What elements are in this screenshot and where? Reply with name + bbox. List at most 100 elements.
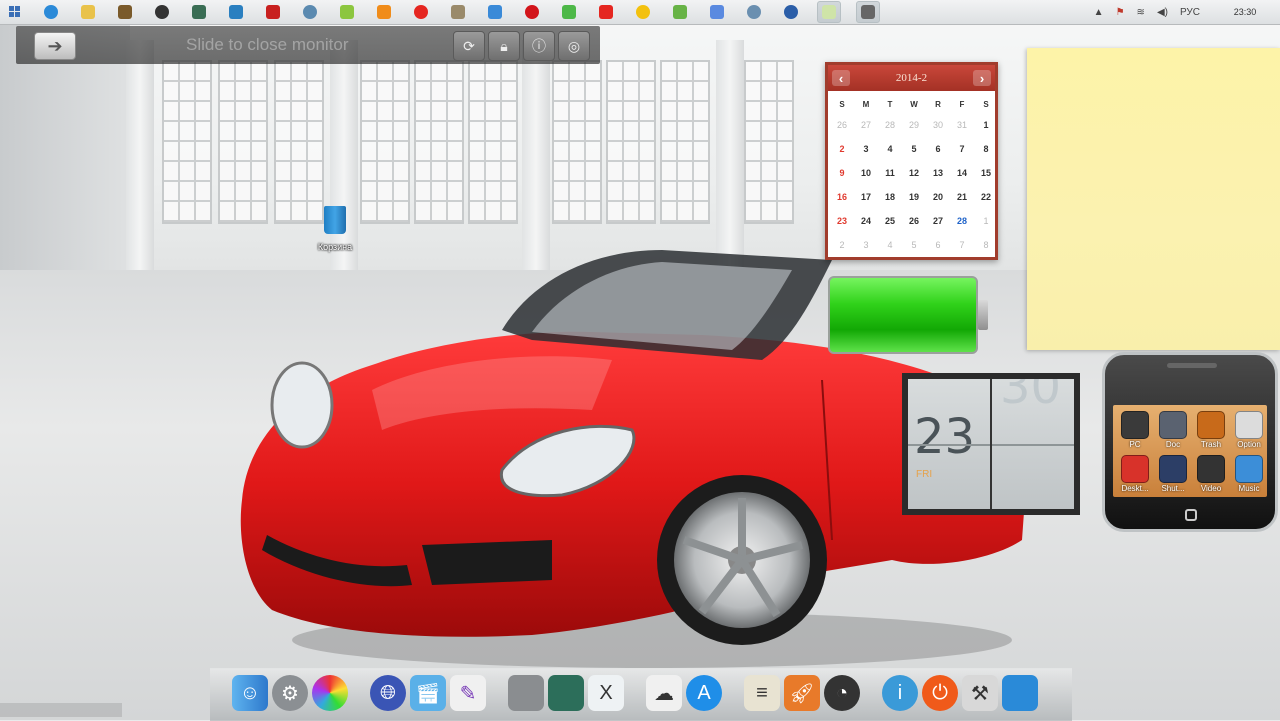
tray-language[interactable]: РУС — [1180, 7, 1200, 18]
phone-app-music[interactable]: Music — [1230, 455, 1268, 499]
calendar-day[interactable]: 27 — [854, 113, 878, 137]
calendar-day[interactable]: 6 — [926, 233, 950, 257]
info-icon[interactable]: ⓘ — [523, 31, 555, 61]
calendar-day[interactable]: 12 — [902, 161, 926, 185]
color-picker-icon[interactable] — [312, 675, 348, 711]
phone-app-pc[interactable]: PC — [1116, 411, 1154, 455]
taskbar-yandex-icon[interactable] — [410, 2, 432, 22]
taskbar-ie-icon[interactable] — [40, 2, 62, 22]
calendar-day[interactable]: 27 — [926, 209, 950, 233]
calendar-day[interactable]: 8 — [974, 233, 998, 257]
x-icon[interactable]: X — [588, 675, 624, 711]
start-button[interactable] — [0, 0, 30, 24]
pen-icon[interactable]: ✎ — [450, 675, 486, 711]
image-viewer-icon[interactable] — [548, 675, 584, 711]
desktop-icon-recycle-bin[interactable]: Корзина — [313, 206, 357, 252]
notes-icon[interactable]: ≡ — [744, 675, 780, 711]
calendar-day[interactable]: 2 — [830, 137, 854, 161]
taskbar-app-icon[interactable] — [299, 2, 321, 22]
sticky-note[interactable] — [1027, 48, 1280, 350]
taskbar-chrome-icon[interactable] — [632, 2, 654, 22]
calendar-day[interactable]: 25 — [878, 209, 902, 233]
calendar-day[interactable]: 3 — [854, 137, 878, 161]
calendar-day[interactable]: 17 — [854, 185, 878, 209]
calendar-day[interactable]: 14 — [950, 161, 974, 185]
calendar-day[interactable]: 5 — [902, 233, 926, 257]
calendar-prev-button[interactable]: ‹ — [832, 70, 850, 86]
power-icon[interactable]: ◎ — [558, 31, 590, 61]
phone-app-deskt[interactable]: Deskt... — [1116, 455, 1154, 499]
calendar-day[interactable]: 5 — [902, 137, 926, 161]
recycle-bin-icon[interactable] — [1002, 675, 1038, 711]
calendar-day[interactable]: 3 — [854, 233, 878, 257]
utilities-icon[interactable]: ⚒ — [962, 675, 998, 711]
info-icon[interactable]: i — [882, 675, 918, 711]
calendar-day[interactable]: 26 — [830, 113, 854, 137]
cloud-icon[interactable]: ☁ — [646, 675, 682, 711]
calendar-day[interactable]: 8 — [974, 137, 998, 161]
network-globe-icon[interactable]: 🌐︎ — [370, 675, 406, 711]
clapperboard-icon[interactable]: 🎬︎ — [410, 675, 446, 711]
show-desktop-area[interactable] — [0, 703, 122, 717]
taskbar-globe-icon[interactable] — [780, 2, 802, 22]
calendar-day[interactable]: 9 — [830, 161, 854, 185]
taskbar-app-icon[interactable] — [188, 2, 210, 22]
phone-app-option[interactable]: Option — [1230, 411, 1268, 455]
calendar-day[interactable]: 18 — [878, 185, 902, 209]
taskbar-app-icon[interactable] — [669, 2, 691, 22]
calendar-day[interactable]: 2 — [830, 233, 854, 257]
calendar-day[interactable]: 29 — [902, 113, 926, 137]
refresh-icon[interactable]: ⟳ — [453, 31, 485, 61]
taskbar-app-icon[interactable] — [336, 2, 358, 22]
calendar-day[interactable]: 10 — [854, 161, 878, 185]
tray-volume-icon[interactable]: ◀) — [1157, 7, 1168, 18]
calendar-day[interactable]: 7 — [950, 233, 974, 257]
taskbar-app-icon[interactable] — [856, 1, 880, 23]
calendar-day[interactable]: 23 — [830, 209, 854, 233]
calendar-day[interactable]: 4 — [878, 137, 902, 161]
speedometer-icon[interactable]: ◔ — [824, 675, 860, 711]
power-icon[interactable]: ⏻ — [922, 675, 958, 711]
taskbar-app-icon[interactable] — [447, 2, 469, 22]
calendar-day[interactable]: 21 — [950, 185, 974, 209]
calendar-day[interactable]: 16 — [830, 185, 854, 209]
phone-app-video[interactable]: Video — [1192, 455, 1230, 499]
calendar-day[interactable]: 11 — [878, 161, 902, 185]
calendar-day[interactable]: 4 — [878, 233, 902, 257]
taskbar-app-icon[interactable] — [817, 1, 841, 23]
taskbar-yandex-browser-icon[interactable] — [595, 2, 617, 22]
calendar-next-button[interactable]: › — [972, 70, 991, 86]
app-store-icon[interactable]: A — [686, 675, 722, 711]
calendar-day[interactable]: 1 — [974, 209, 998, 233]
calendar-day[interactable]: 20 — [926, 185, 950, 209]
tray-clock[interactable]: 23:30 — [1220, 7, 1270, 17]
calendar-day[interactable]: 30 — [926, 113, 950, 137]
calendar-day[interactable]: 22 — [974, 185, 998, 209]
calendar-day[interactable]: 28 — [950, 209, 974, 233]
tray-flag-icon[interactable]: ⚑ — [1116, 7, 1125, 18]
calendar-day[interactable]: 28 — [878, 113, 902, 137]
calendar-day[interactable]: 31 — [950, 113, 974, 137]
tray-network-icon[interactable]: ≋ — [1137, 7, 1145, 18]
calendar-day[interactable]: 6 — [926, 137, 950, 161]
taskbar-camera-icon[interactable] — [151, 2, 173, 22]
taskbar-power-icon[interactable] — [262, 2, 284, 22]
calendar-day[interactable]: 1 — [974, 113, 998, 137]
calendar-day[interactable]: 15 — [974, 161, 998, 185]
phone-app-trash[interactable]: Trash — [1192, 411, 1230, 455]
calendar-day[interactable]: 13 — [926, 161, 950, 185]
calendar-day[interactable]: 26 — [902, 209, 926, 233]
calendar-day[interactable]: 19 — [902, 185, 926, 209]
calendar-day[interactable]: 24 — [854, 209, 878, 233]
phone-home-button[interactable] — [1185, 509, 1197, 521]
taskbar-app-icon[interactable] — [484, 2, 506, 22]
calendar-day[interactable]: 7 — [950, 137, 974, 161]
finder-icon[interactable]: ☺ — [232, 675, 268, 711]
taskbar-app-icon[interactable] — [743, 2, 765, 22]
lock-icon[interactable]: 🔒︎ — [488, 31, 520, 61]
taskbar-app-icon[interactable] — [558, 2, 580, 22]
taskbar-app-icon[interactable] — [225, 2, 247, 22]
phone-app-shut[interactable]: Shut... — [1154, 455, 1192, 499]
phone-app-doc[interactable]: Doc — [1154, 411, 1192, 455]
taskbar-app-icon[interactable] — [114, 2, 136, 22]
